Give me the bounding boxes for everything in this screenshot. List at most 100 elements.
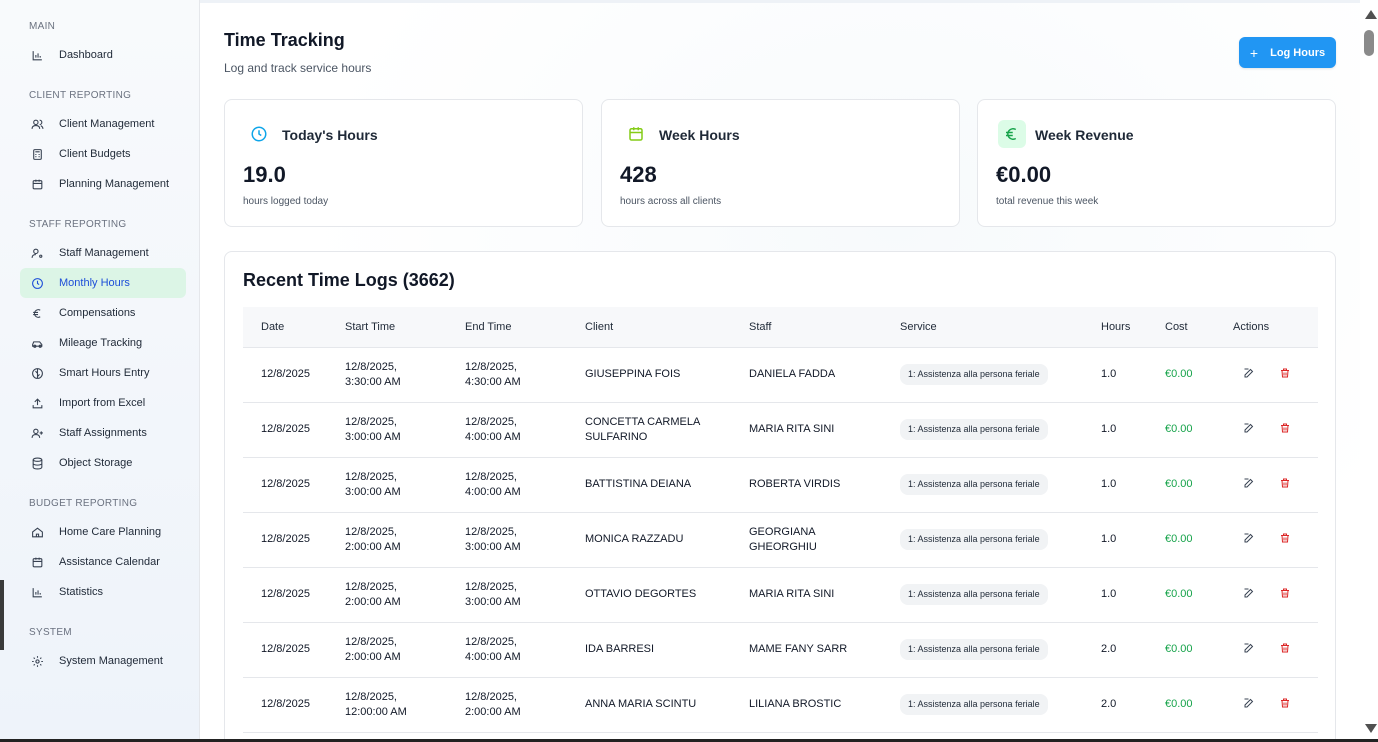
cost-value: €0.00 [1165, 423, 1193, 435]
cell-staff: MARIA RITA SINI [749, 567, 900, 623]
cell-service: 1: Assistenza alla persona feriale [900, 402, 1101, 458]
trash-icon[interactable] [1277, 475, 1293, 491]
cell-date: 12/8/2025 [243, 512, 345, 568]
table-row: 12/8/2025 12/8/2025, 3:30:00 AM 12/8/2025,… [243, 347, 1318, 403]
edit-icon[interactable] [1241, 475, 1257, 491]
edit-icon[interactable] [1241, 365, 1257, 381]
stat-desc: hours logged today [243, 196, 329, 207]
sidebar-item-client-budgets[interactable]: Client Budgets [20, 139, 186, 169]
sidebar-item-assistance-calendar[interactable]: Assistance Calendar [20, 547, 186, 577]
column-header-hours[interactable]: Hours [1101, 307, 1165, 348]
cell-start-time: 12/8/2025, 2:00:00 AM [345, 567, 465, 623]
home-icon [30, 525, 44, 539]
cell-cost: €0.00 [1165, 512, 1233, 568]
sidebar-item-smart-hours-entry[interactable]: Smart Hours Entry [20, 358, 186, 388]
scroll-down-arrow-icon[interactable] [1365, 724, 1377, 733]
cell-actions [1233, 512, 1318, 568]
trash-icon[interactable] [1277, 640, 1293, 656]
bar-chart-icon [30, 585, 44, 599]
cell-actions [1233, 567, 1318, 623]
stat-card-week-hours: Week Hours 428 hours across all clients [601, 99, 960, 227]
column-header-client[interactable]: Client [585, 307, 749, 348]
service-badge: 1: Assistenza alla persona feriale [900, 474, 1048, 495]
edit-icon[interactable] [1241, 420, 1257, 436]
column-header-start-time[interactable]: Start Time [345, 307, 465, 348]
sidebar-item-planning-management[interactable]: Planning Management [20, 169, 186, 199]
column-header-service[interactable]: Service [900, 307, 1101, 348]
cell-end-time: 12/8/2025, 4:30:00 AM [465, 347, 585, 403]
sidebar-item-compensations[interactable]: Compensations [20, 298, 186, 328]
edit-icon[interactable] [1241, 585, 1257, 601]
service-badge: 1: Assistenza alla persona feriale [900, 584, 1048, 605]
sidebar-item-monthly-hours[interactable]: Monthly Hours [20, 268, 186, 298]
gear-icon [30, 654, 44, 668]
cell-staff: GEORGIANA GHEORGHIU [749, 512, 900, 568]
stat-title: Today's Hours [282, 127, 378, 143]
column-header-end-time[interactable]: End Time [465, 307, 585, 348]
trash-icon[interactable] [1277, 365, 1293, 381]
sidebar-item-dashboard[interactable]: Dashboard [20, 40, 186, 70]
main-content: Time Tracking Log and track service hour… [200, 0, 1360, 742]
service-badge: 1: Assistenza alla persona feriale [900, 694, 1048, 715]
sidebar-item-statistics[interactable]: Statistics [20, 577, 186, 607]
sidebar-item-label: Staff Assignments [59, 427, 147, 439]
brain-icon [30, 366, 44, 380]
plus-icon: + [1249, 44, 1259, 61]
cell-client: CONCETTA CARMELA SULFARINO [585, 402, 749, 458]
trash-icon[interactable] [1277, 530, 1293, 546]
cell-client: MONICA RAZZADU [585, 512, 749, 568]
column-header-cost[interactable]: Cost [1165, 307, 1233, 348]
sidebar: MAIN Dashboard CLIENT REPORTING Client Mana… [0, 0, 200, 742]
sidebar-item-staff-management[interactable]: Staff Management [20, 238, 186, 268]
nav-section: CLIENT REPORTING Client Management Client … [0, 89, 199, 199]
edit-icon[interactable] [1241, 640, 1257, 656]
sidebar-item-object-storage[interactable]: Object Storage [20, 448, 186, 478]
sidebar-item-label: System Management [59, 655, 163, 667]
cell-end-time: 12/8/2025, 4:00:00 AM [465, 457, 585, 513]
column-header-staff[interactable]: Staff [749, 307, 900, 348]
calendar-icon [30, 177, 44, 191]
log-hours-label: Log Hours [1270, 46, 1326, 59]
stat-value: €0.00 [996, 162, 1052, 187]
cell-staff: MAME FANY SARR [749, 622, 900, 678]
nav-section-title: CLIENT REPORTING [29, 90, 132, 101]
sidebar-item-staff-assignments[interactable]: Staff Assignments [20, 418, 186, 448]
cell-staff: LILIANA BROSTIC [749, 677, 900, 733]
time-logs-table: Date Start Time End Time Client Staff Se… [243, 307, 1318, 733]
edit-icon[interactable] [1241, 530, 1257, 546]
sidebar-item-label: Compensations [59, 307, 136, 319]
column-header-date[interactable]: Date [243, 307, 345, 348]
sidebar-item-system-management[interactable]: System Management [20, 646, 186, 676]
edit-icon[interactable] [1241, 695, 1257, 711]
table-row: 12/8/2025 12/8/2025, 12:00:00 AM 12/8/2025… [243, 677, 1318, 733]
cost-value: €0.00 [1165, 533, 1193, 545]
cell-actions [1233, 402, 1318, 458]
sidebar-item-client-management[interactable]: Client Management [20, 109, 186, 139]
sidebar-item-label: Dashboard [59, 49, 113, 61]
sidebar-item-import-from-excel[interactable]: Import from Excel [20, 388, 186, 418]
nav-section: MAIN Dashboard [0, 20, 199, 70]
sidebar-item-mileage-tracking[interactable]: Mileage Tracking [20, 328, 186, 358]
service-badge: 1: Assistenza alla persona feriale [900, 364, 1048, 385]
table-row: 12/8/2025 12/8/2025, 3:00:00 AM 12/8/2025,… [243, 402, 1318, 458]
trash-icon[interactable] [1277, 420, 1293, 436]
vertical-scrollbar[interactable] [1360, 0, 1378, 742]
table-row: 12/8/2025 12/8/2025, 3:00:00 AM 12/8/2025,… [243, 457, 1318, 513]
scroll-up-arrow-icon[interactable] [1365, 10, 1377, 19]
calendar-icon [30, 555, 44, 569]
sidebar-item-home-care-planning[interactable]: Home Care Planning [20, 517, 186, 547]
cell-service: 1: Assistenza alla persona feriale [900, 622, 1101, 678]
sidebar-item-label: Import from Excel [59, 397, 146, 409]
cost-value: €0.00 [1165, 643, 1193, 655]
sidebar-item-label: Planning Management [59, 178, 170, 190]
table-header-row: Date Start Time End Time Client Staff Se… [243, 307, 1318, 348]
trash-icon[interactable] [1277, 585, 1293, 601]
nav-section-title: BUDGET REPORTING [29, 498, 138, 509]
cell-cost: €0.00 [1165, 402, 1233, 458]
log-hours-button[interactable]: + Log Hours [1239, 37, 1336, 68]
nav-section-title: STAFF REPORTING [29, 219, 127, 230]
column-header-actions: Actions [1233, 307, 1318, 348]
cell-start-time: 12/8/2025, 3:00:00 AM [345, 402, 465, 458]
scroll-thumb[interactable] [1364, 30, 1374, 56]
trash-icon[interactable] [1277, 695, 1293, 711]
